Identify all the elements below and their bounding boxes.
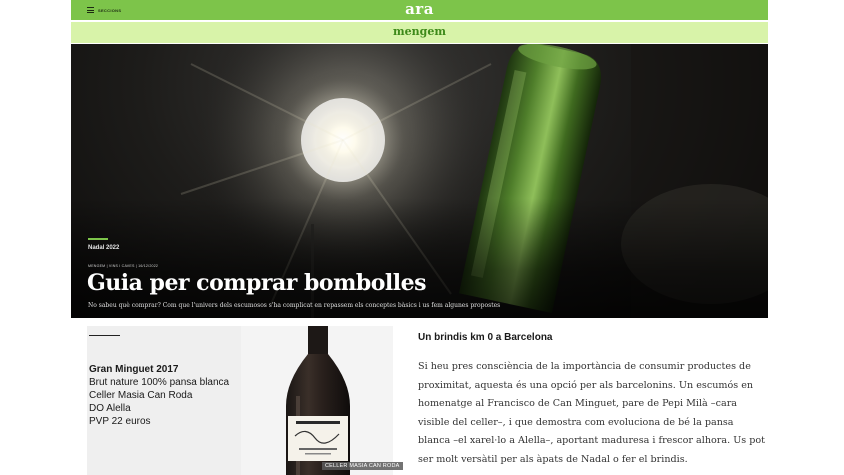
wine-name: Gran Minguet 2017 — [89, 364, 179, 375]
article-line: ser molt versàtil per als àpats de Nadal… — [418, 453, 688, 465]
top-bar: Seccions ara — [71, 0, 768, 20]
wine-price: PVP 22 euros — [89, 416, 151, 427]
article-body: Si heu pres consciència de la importànci… — [418, 358, 766, 470]
card-divider — [89, 335, 120, 336]
section-title[interactable]: mengem — [71, 25, 768, 38]
article-line: visible del celler–, i que demostra com … — [418, 416, 734, 428]
hero-image[interactable]: Nadal 2022 Mengem | Vins i caves | 16/12… — [71, 44, 768, 318]
article-line: blanca –el xarel·lo a Alella–, aportant … — [418, 435, 766, 447]
tag-accent-line — [88, 238, 108, 240]
article-line: proximitat, aquesta és una opció per als… — [418, 379, 754, 391]
page-title: Guia per comprar bombolles — [87, 270, 427, 296]
hero-gradient-overlay — [71, 198, 768, 318]
wine-winery: Celler Masia Can Roda — [89, 390, 193, 401]
wine-denomination: DO Alella — [89, 403, 131, 414]
page: Seccions ara mengem — [71, 0, 768, 475]
breadcrumb: Mengem | Vins i caves | 16/12/2022 — [88, 264, 159, 268]
bottle-photo — [241, 326, 393, 475]
wine-type: Brut nature 100% pansa blanca — [89, 377, 230, 388]
article-subheading: Un brindis km 0 a Barcelona — [418, 332, 553, 343]
wine-details: Gran Minguet 2017 Brut nature 100% pansa… — [89, 363, 229, 428]
hero-subtitle: No sabeu què comprar? Com que l'univers … — [88, 302, 501, 309]
bottle-image — [286, 326, 350, 475]
hero-tag[interactable]: Nadal 2022 — [88, 245, 119, 251]
site-logo[interactable]: ara — [71, 0, 768, 18]
article-line: homenatge al Francisco de Can Minguet, p… — [418, 398, 738, 410]
section-bar: mengem — [71, 22, 768, 43]
photo-credit: Celler Masia Can Roda — [322, 462, 403, 470]
article-line: Si heu pres consciència de la importànci… — [418, 361, 751, 372]
